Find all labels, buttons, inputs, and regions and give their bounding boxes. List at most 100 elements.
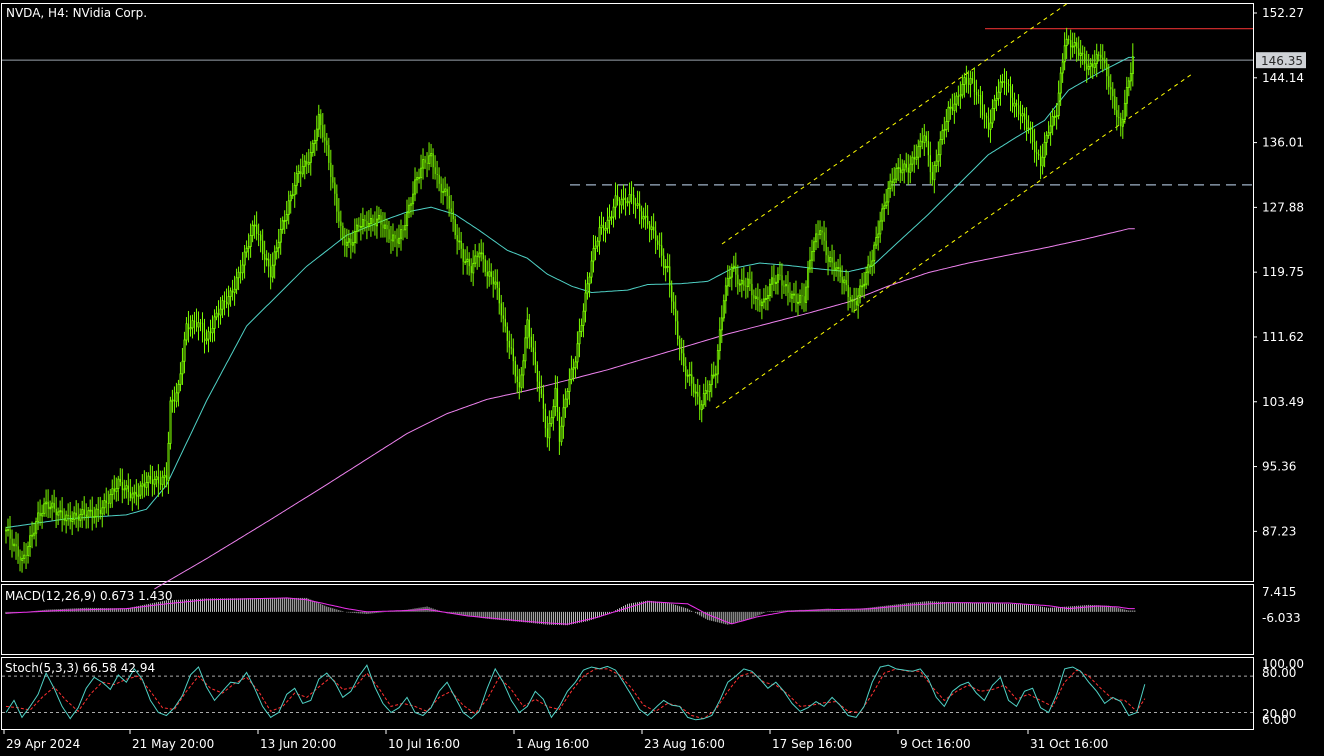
candle-body-down — [1078, 48, 1080, 56]
candle-body-down — [987, 118, 990, 130]
candle-body-down — [965, 77, 968, 84]
candle-body-up — [285, 214, 288, 221]
candle-body-down — [737, 274, 739, 285]
candle-body-down — [256, 224, 258, 235]
candle-body-up — [560, 425, 563, 443]
candle-body-up — [805, 286, 808, 303]
candle-body-down — [468, 259, 470, 267]
candle-body-up — [636, 203, 639, 206]
candle-body-down — [424, 159, 426, 163]
candle-body-down — [929, 155, 932, 173]
candle-body-up — [1053, 116, 1056, 118]
candle-body-up — [458, 240, 461, 243]
candle-body-down — [1020, 114, 1022, 116]
candle-body-up — [1065, 38, 1068, 47]
candle-body-up — [219, 308, 222, 316]
candle-body-up — [265, 258, 268, 261]
candle-body-up — [937, 154, 940, 162]
candle-body-up — [520, 374, 523, 388]
candle-body-up — [1079, 52, 1082, 57]
candle-body-up — [859, 285, 862, 297]
trading-chart[interactable]: 152.27 144.14 136.01 127.88 119.75 111.62 103.… — [0, 0, 1324, 756]
candle-body-down — [619, 201, 621, 206]
candle-body-down — [514, 361, 516, 377]
candle-body-up — [420, 167, 423, 178]
candle-body-up — [115, 488, 118, 492]
candle-body-up — [309, 152, 312, 163]
candle-body-down — [85, 514, 87, 517]
candle-body-down — [1110, 87, 1112, 90]
candle-body-up — [572, 367, 575, 370]
candle-body-up — [1043, 142, 1046, 158]
candle-body-up — [596, 240, 599, 247]
candle-body-up — [1027, 127, 1030, 130]
candle-body-up — [564, 398, 567, 409]
candle-body-up — [59, 510, 62, 513]
price-tick-label: 127.88 — [1262, 200, 1304, 214]
candle-body-up — [865, 271, 868, 285]
candle-body-up — [221, 300, 224, 310]
candle-body-down — [907, 167, 909, 173]
candle-body-up — [811, 251, 814, 261]
candle-body-down — [699, 396, 701, 410]
candle-body-up — [863, 283, 866, 287]
stoch-main-line — [5, 664, 1146, 721]
candle-body-up — [963, 77, 966, 85]
slow-moving-average — [154, 228, 1135, 590]
candle-body-down — [534, 352, 537, 365]
candle-body-down — [47, 502, 49, 509]
candle-body-up — [13, 543, 16, 547]
candle-body-up — [444, 188, 447, 192]
channel-upper-line — [721, 2, 1069, 245]
candle-body-down — [853, 299, 855, 302]
candle-body-up — [911, 156, 914, 165]
candle-body-down — [454, 219, 456, 236]
candle-body-up — [117, 478, 120, 489]
candle-body-up — [566, 391, 569, 400]
candle-body-up — [175, 392, 178, 402]
candle-body-up — [901, 169, 904, 174]
candle-body-down — [869, 264, 871, 266]
candle-body-up — [586, 283, 589, 294]
candle-body-up — [237, 271, 240, 279]
candle-body-up — [480, 252, 483, 255]
candle-body-down — [1106, 63, 1108, 77]
candle-body-up — [819, 230, 822, 236]
candle-body-down — [350, 238, 352, 246]
candle-body-up — [764, 298, 767, 300]
candle-body-down — [9, 529, 11, 539]
candle-body-up — [714, 373, 717, 376]
candle-body-down — [15, 544, 17, 547]
candle-body-down — [745, 285, 747, 287]
candle-body-up — [41, 512, 44, 517]
candle-body-up — [205, 338, 208, 342]
candle-body-down — [151, 479, 154, 485]
price-pane-frame — [1, 3, 1254, 582]
candle-body-up — [835, 267, 838, 271]
candle-body-down — [675, 308, 677, 322]
candle-body-down — [691, 374, 693, 384]
candle-body-down — [1108, 76, 1110, 88]
stoch-tick-label: 6.00 — [1262, 713, 1289, 727]
candle-body-up — [740, 279, 743, 285]
candle-body-up — [1055, 115, 1058, 118]
candle-body-up — [574, 361, 577, 369]
candle-body-down — [320, 114, 322, 126]
candle-body-down — [396, 238, 398, 244]
candle-body-up — [251, 224, 254, 236]
current-price-label: 146.35 — [1261, 54, 1303, 68]
candle-body-down — [388, 229, 390, 240]
candle-body-down — [199, 322, 202, 324]
candle-body-up — [35, 521, 38, 534]
candle-body-up — [837, 267, 840, 269]
candle-body-up — [570, 368, 573, 380]
candle-body-up — [297, 171, 300, 175]
candle-body-up — [275, 247, 278, 253]
candle-body-down — [831, 257, 833, 263]
candle-body-up — [666, 266, 669, 268]
candle-body-up — [207, 331, 210, 340]
candle-body-up — [139, 485, 142, 496]
price-tick-label: 103.49 — [1262, 395, 1304, 409]
candle-body-up — [791, 293, 794, 299]
candle-body-up — [700, 404, 703, 411]
